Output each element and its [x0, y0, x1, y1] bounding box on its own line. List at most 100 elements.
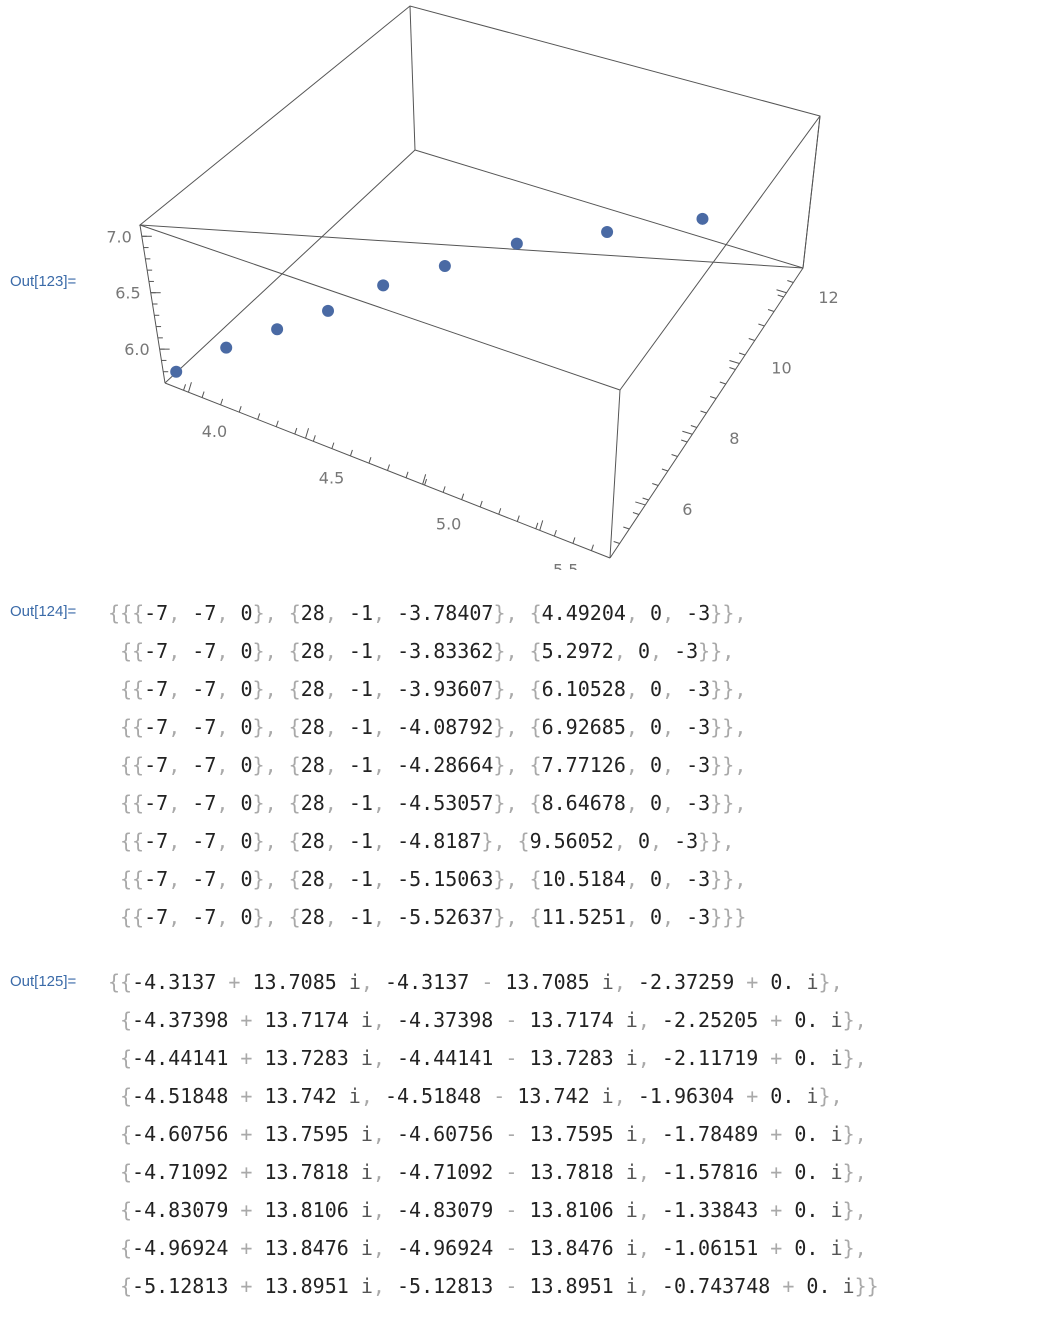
y-minor-tick	[738, 352, 746, 356]
out125-row: {-4.83079 + 13.8106 i, -4.83079 - 13.810…	[120, 1198, 867, 1222]
out124-value: -3	[686, 753, 711, 777]
x-minor-tick	[312, 435, 316, 442]
x-axis-4.5-tick	[305, 428, 310, 439]
x-minor-tick	[590, 544, 594, 551]
data-point-6	[438, 259, 451, 272]
out125-value: -4.51848	[132, 1084, 229, 1108]
x-minor-tick	[275, 420, 279, 427]
box-edge-mid	[139, 224, 621, 391]
out125-value: 13.7085	[252, 970, 337, 994]
out124-value: -7	[144, 715, 169, 739]
out125-value: -4.60756	[396, 1122, 494, 1146]
out124-row: {{-7, -7, 0}, {28, -1, -3.93607}, {6.105…	[120, 677, 747, 701]
out125-row: {-4.44141 + 13.7283 i, -4.44141 - 13.728…	[120, 1046, 867, 1070]
out124-value: 28	[300, 639, 325, 663]
out125-value: -2.25205	[661, 1008, 759, 1032]
out124-value: -7	[192, 867, 217, 891]
y-axis-12-tick	[776, 289, 787, 294]
out125-row: {-4.51848 + 13.742 i, -4.51848 - 13.742 …	[120, 1084, 843, 1108]
out125-value: -1.96304	[637, 1084, 735, 1108]
out124-value: 28	[300, 829, 325, 853]
out125-row: {-4.60756 + 13.7595 i, -4.60756 - 13.759…	[120, 1122, 867, 1146]
x-minor-tick	[201, 391, 205, 398]
out124-value: -3.83362	[397, 639, 494, 663]
scatter-plot-3d[interactable]: 4.0 4.5 5.0 5.5 6 8 10 12 6.0 6.5 7.0	[0, 0, 1046, 570]
y-minor-tick	[729, 367, 736, 370]
out124-value: -7	[192, 601, 217, 625]
out124-value: 0	[240, 601, 253, 625]
data-points	[170, 212, 709, 378]
out124-row: {{-7, -7, 0}, {28, -1, -4.08792}, {6.926…	[120, 715, 747, 739]
x-axis-4.0-tick	[187, 382, 192, 393]
data-point-1	[170, 365, 183, 378]
y-minor-tick	[661, 468, 669, 472]
out124-value: -4.8187	[397, 829, 482, 853]
out124-value: -4.53057	[397, 791, 494, 815]
out125-value: -2.37259	[637, 970, 735, 994]
out124-value: 0	[649, 677, 663, 701]
out124-value: 8.64678	[541, 791, 626, 815]
out124-value: -1	[348, 601, 374, 625]
out125-value: 0.	[794, 1236, 819, 1260]
y-minor-tick	[748, 338, 755, 341]
out124-value: 0	[649, 867, 663, 891]
out124-value: -3	[674, 829, 699, 853]
out125-value: 13.8951	[529, 1274, 614, 1298]
y-minor-tick	[690, 425, 698, 428]
out124-row: {{-7, -7, 0}, {28, -1, -4.53057}, {8.646…	[120, 791, 747, 815]
out125-value: 13.742	[264, 1084, 337, 1108]
out125-value: 13.8106	[529, 1198, 614, 1222]
y-minor-tick	[671, 454, 678, 457]
out125-value: 0.	[794, 1122, 819, 1146]
plot-box	[138, 5, 821, 559]
data-point-3	[271, 323, 284, 336]
x-minor-tick	[461, 493, 465, 500]
out125-value: -4.71092	[396, 1160, 494, 1184]
z-axis-7.0-label: 7.0	[106, 227, 131, 246]
out124-value: -7	[144, 791, 169, 815]
out124-value: 0	[240, 677, 253, 701]
out125-value: 0.	[794, 1046, 819, 1070]
y-axis-12-label: 12	[818, 288, 838, 307]
out125-value: 0.	[806, 1274, 831, 1298]
out125-label: Out[125]=	[10, 973, 77, 990]
data-point-4	[322, 304, 335, 317]
out124-row: {{-7, -7, 0}, {28, -1, -4.8187}, {9.5605…	[120, 829, 735, 853]
out124-value: 0	[240, 829, 253, 853]
out124-output: {{{-7, -7, 0}, {28, -1, -3.78407}, {4.49…	[108, 594, 746, 936]
out125-value: 13.7818	[264, 1160, 349, 1184]
out124-value: -1	[348, 867, 373, 891]
out124-value: -7	[144, 867, 169, 891]
out124-value: -7	[192, 715, 217, 739]
data-point-8	[601, 225, 614, 238]
out124-value: -3	[686, 905, 711, 929]
x-axis-5.5-tick	[539, 520, 544, 531]
z-axis-6.0-label: 6.0	[124, 340, 149, 359]
x-minor-tick	[257, 413, 261, 420]
out125-value: 0.	[770, 1084, 795, 1108]
y-minor-tick	[700, 410, 707, 414]
out124-value: -1	[348, 639, 373, 663]
box-edge-front-corner	[619, 115, 821, 391]
x-minor-tick	[442, 486, 446, 493]
y-minor-tick	[758, 323, 765, 327]
out125-value: 13.8106	[264, 1198, 349, 1222]
out125-value: -4.96924	[396, 1236, 494, 1260]
y-minor-tick	[719, 381, 726, 385]
out125-value: 13.7283	[264, 1046, 349, 1070]
out124-value: -3	[686, 601, 711, 625]
y-minor-tick	[787, 280, 794, 283]
out124-value: 0	[649, 753, 663, 777]
y-axis-10-label: 10	[771, 358, 791, 377]
out125-value: -1.78489	[661, 1122, 759, 1146]
out124-row: {{-7, -7, 0}, {28, -1, -4.28664}, {7.771…	[120, 753, 747, 777]
y-axis-8-tick	[682, 430, 693, 435]
out124-value: 0	[240, 867, 253, 891]
out124-value: -5.52637	[397, 905, 494, 929]
y-minor-tick	[652, 483, 659, 486]
out124-row: {{-7, -7, 0}, {28, -1, -5.15063}, {10.51…	[120, 867, 747, 891]
x-minor-tick	[516, 515, 520, 522]
out124-row: {{-7, -7, 0}, {28, -1, -3.83362}, {5.297…	[120, 639, 735, 663]
y-axis-8-label: 8	[729, 429, 739, 448]
box-edge-back-bottom-2	[414, 149, 804, 269]
